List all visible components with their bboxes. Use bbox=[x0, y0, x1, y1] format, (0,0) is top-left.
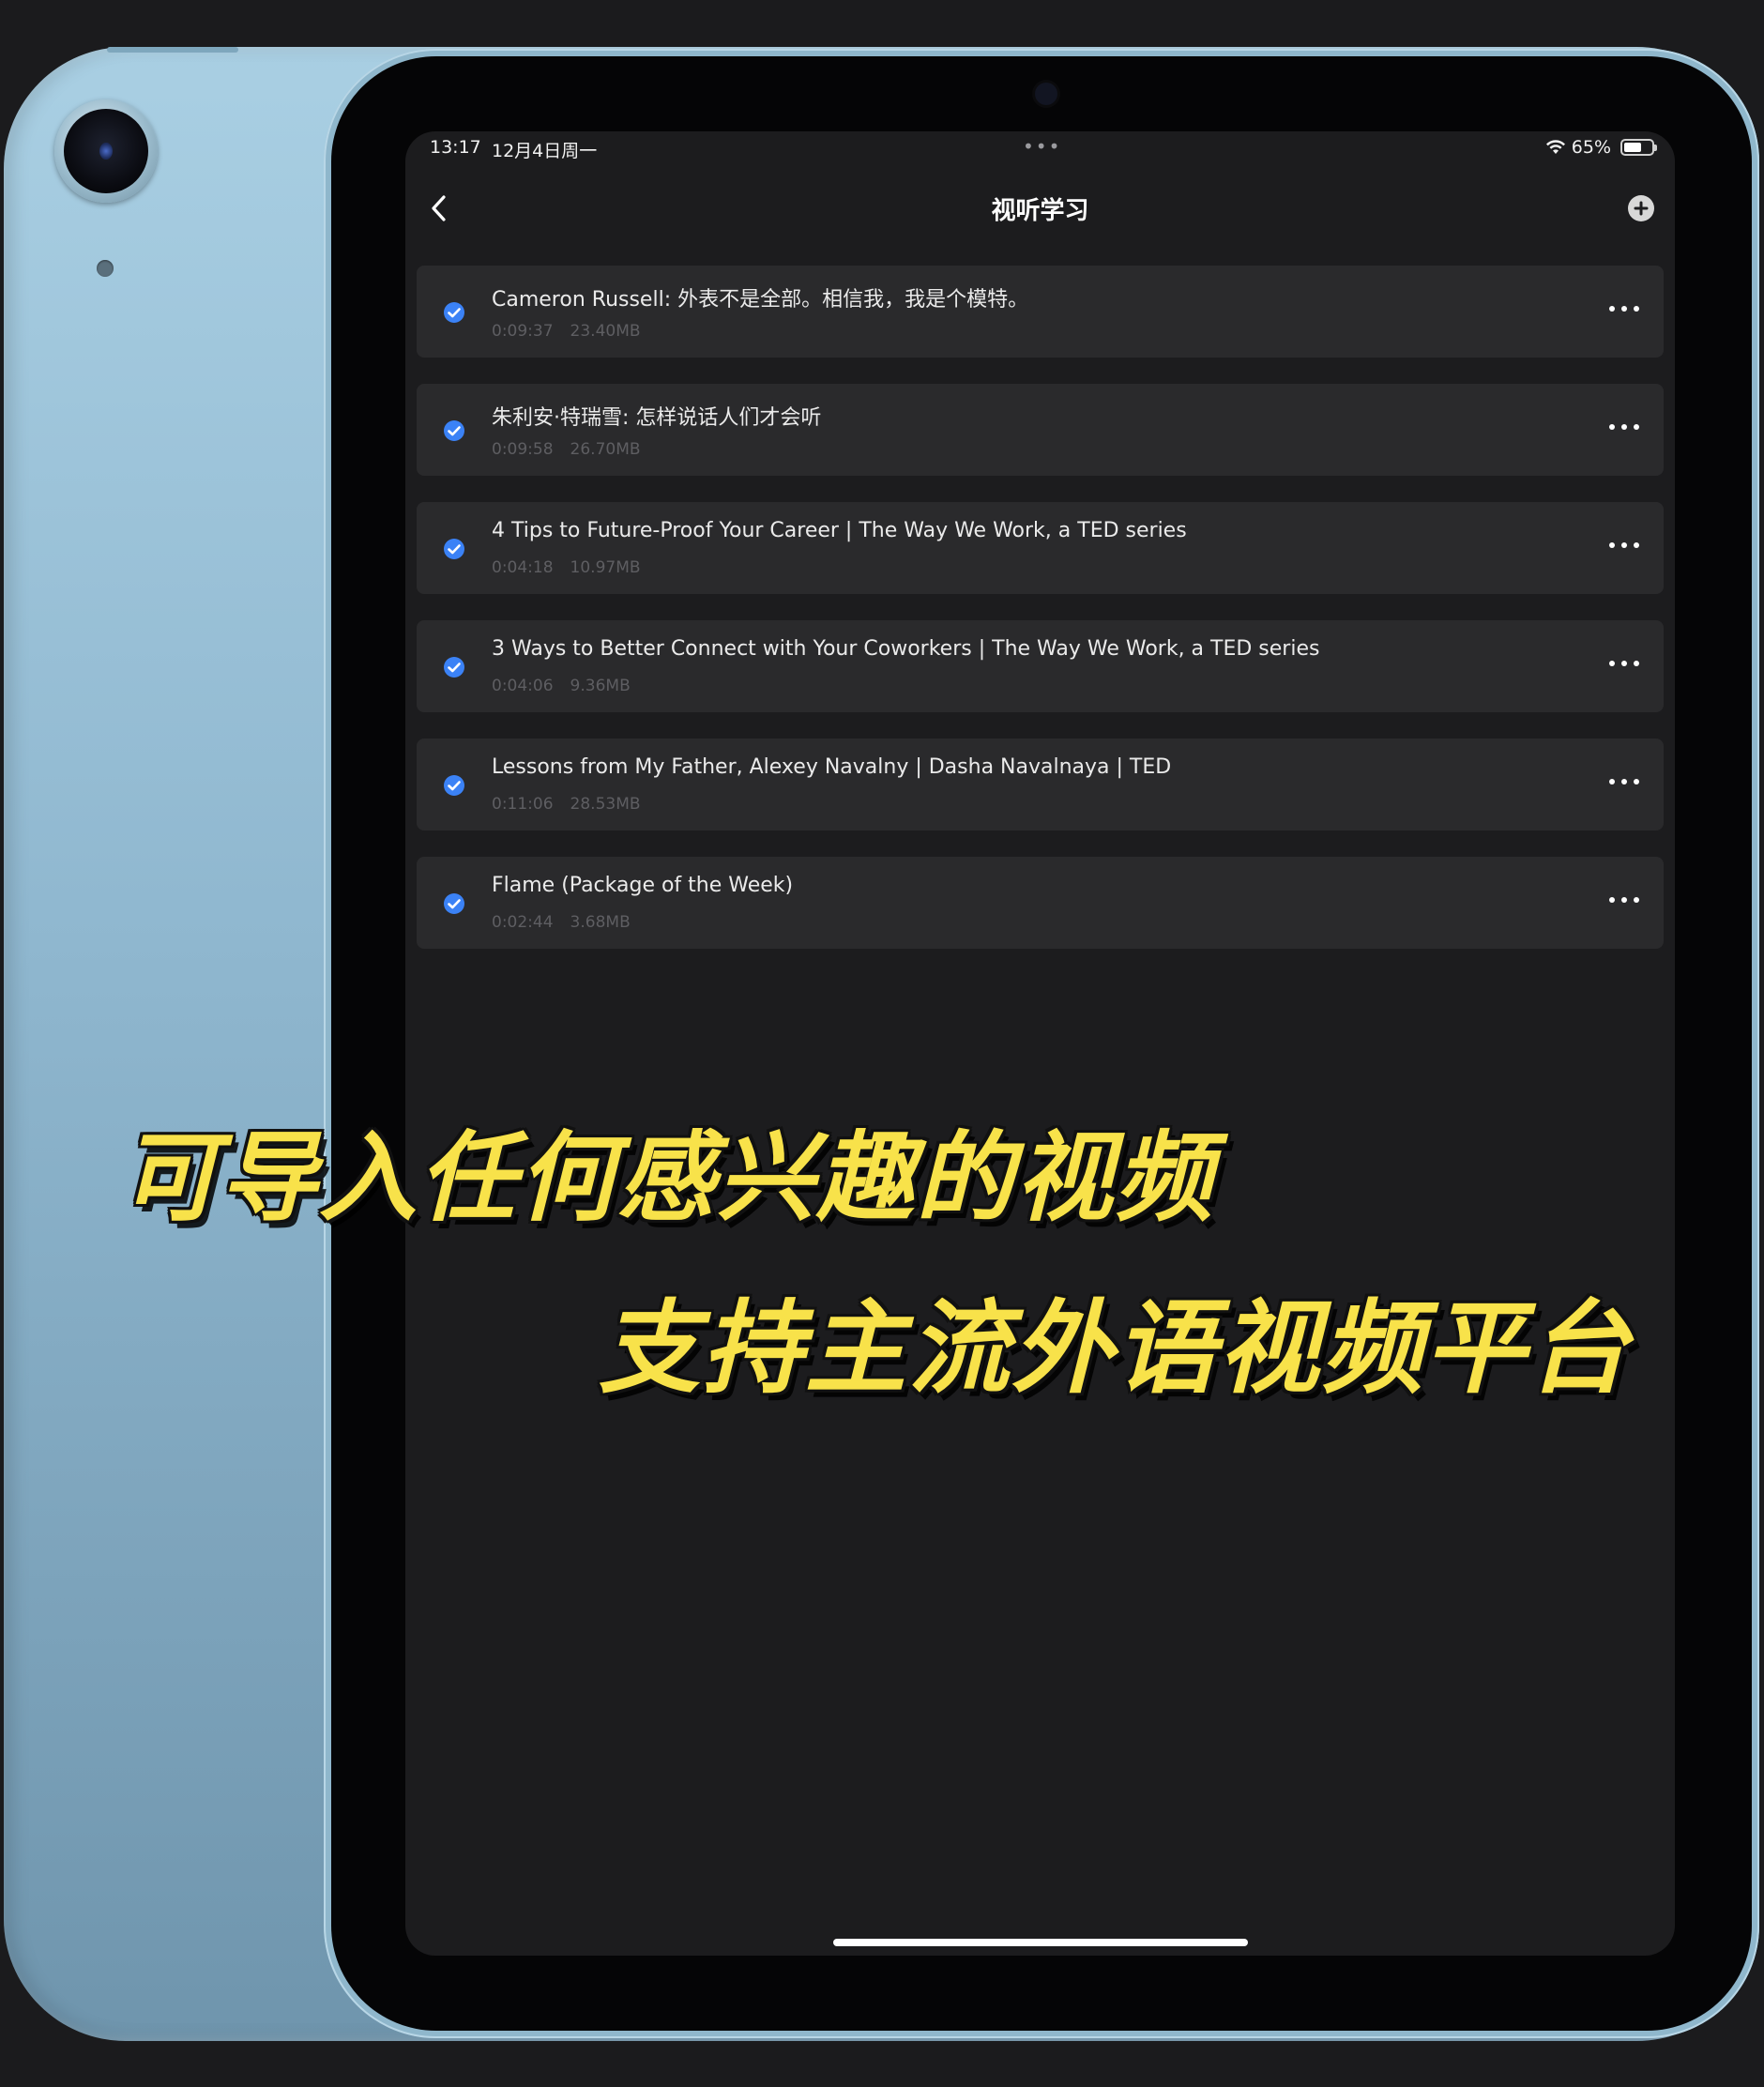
ellipsis-icon bbox=[1609, 779, 1615, 785]
check-circle-icon bbox=[444, 420, 464, 441]
video-meta: 0:02:44 3.68MB bbox=[492, 913, 631, 932]
video-list: Cameron Russell: 外表不是全部。相信我，我是个模特。 0:09:… bbox=[417, 266, 1664, 975]
video-meta: 0:04:06 9.36MB bbox=[492, 677, 631, 695]
more-options-button[interactable] bbox=[1609, 770, 1639, 793]
camera-lens-icon bbox=[64, 109, 148, 193]
video-duration: 0:04:06 bbox=[492, 677, 554, 695]
check-circle-icon bbox=[444, 657, 464, 678]
front-camera-icon bbox=[1035, 83, 1057, 105]
battery-icon bbox=[1620, 139, 1657, 156]
video-size: 26.70MB bbox=[570, 440, 641, 459]
video-duration: 0:09:58 bbox=[492, 440, 554, 459]
video-title: Flame (Package of the Week) bbox=[492, 874, 794, 897]
video-meta: 0:11:06 28.53MB bbox=[492, 795, 641, 814]
check-circle-icon bbox=[444, 302, 464, 323]
add-video-button[interactable] bbox=[1628, 195, 1654, 221]
ellipsis-icon bbox=[1609, 306, 1615, 312]
volume-button bbox=[107, 47, 238, 53]
battery-level bbox=[1624, 143, 1642, 152]
multitasking-dots-icon[interactable]: ••• bbox=[1023, 135, 1061, 158]
video-list-item[interactable]: Cameron Russell: 外表不是全部。相信我，我是个模特。 0:09:… bbox=[417, 266, 1664, 358]
video-duration: 0:11:06 bbox=[492, 795, 554, 814]
home-indicator[interactable] bbox=[833, 1939, 1248, 1946]
more-options-button[interactable] bbox=[1609, 416, 1639, 438]
video-list-item[interactable]: 3 Ways to Better Connect with Your Cowor… bbox=[417, 620, 1664, 712]
navigation-bar: 视听学习 bbox=[405, 178, 1675, 235]
video-size: 28.53MB bbox=[570, 795, 641, 814]
app-screen: 13:17 12月4日周一 ••• 65% 视听学习 Cameron Russe… bbox=[405, 131, 1675, 1956]
ellipsis-icon bbox=[1609, 897, 1615, 903]
battery-percent: 65% bbox=[1571, 137, 1611, 158]
video-list-item[interactable]: Lessons from My Father, Alexey Navalny |… bbox=[417, 739, 1664, 830]
page-title: 视听学习 bbox=[991, 197, 1089, 225]
video-duration: 0:09:37 bbox=[492, 322, 554, 341]
video-size: 23.40MB bbox=[570, 322, 641, 341]
video-list-item[interactable]: 4 Tips to Future-Proof Your Career | The… bbox=[417, 502, 1664, 594]
video-title: 朱利安·特瑞雪: 怎样说话人们才会听 bbox=[492, 406, 822, 430]
photo-stage: 13:17 12月4日周一 ••• 65% 视听学习 Cameron Russe… bbox=[0, 0, 1764, 2087]
more-options-button[interactable] bbox=[1609, 534, 1639, 556]
more-options-button[interactable] bbox=[1609, 652, 1639, 675]
check-circle-icon bbox=[444, 539, 464, 559]
plus-circle-icon bbox=[1634, 201, 1649, 216]
video-size: 9.36MB bbox=[570, 677, 631, 695]
video-duration: 0:04:18 bbox=[492, 558, 554, 577]
promo-caption-line-2: 支持主流外语视频平台 bbox=[599, 1290, 1632, 1408]
video-title: 3 Ways to Better Connect with Your Cowor… bbox=[492, 637, 1320, 661]
video-meta: 0:04:18 10.97MB bbox=[492, 558, 641, 577]
video-list-item[interactable]: 朱利安·特瑞雪: 怎样说话人们才会听 0:09:58 26.70MB bbox=[417, 384, 1664, 476]
status-right-group: 65% bbox=[1545, 137, 1657, 158]
video-title: Lessons from My Father, Alexey Navalny |… bbox=[492, 755, 1172, 779]
video-title: Cameron Russell: 外表不是全部。相信我，我是个模特。 bbox=[492, 288, 1029, 312]
status-time: 13:17 bbox=[430, 137, 481, 158]
more-options-button[interactable] bbox=[1609, 297, 1639, 320]
more-options-button[interactable] bbox=[1609, 889, 1639, 911]
status-bar: 13:17 12月4日周一 ••• 65% bbox=[405, 131, 1675, 163]
video-duration: 0:02:44 bbox=[492, 913, 554, 932]
ellipsis-icon bbox=[1609, 424, 1615, 430]
video-list-item[interactable]: Flame (Package of the Week) 0:02:44 3.68M… bbox=[417, 857, 1664, 949]
video-meta: 0:09:58 26.70MB bbox=[492, 440, 641, 459]
check-circle-icon bbox=[444, 775, 464, 796]
wifi-icon bbox=[1545, 140, 1565, 154]
ellipsis-icon bbox=[1609, 661, 1615, 666]
video-size: 10.97MB bbox=[570, 558, 641, 577]
video-size: 3.68MB bbox=[570, 913, 631, 932]
status-date: 12月4日周一 bbox=[492, 141, 598, 161]
rear-mic-icon bbox=[97, 260, 114, 277]
promo-caption-line-1: 可导入任何感兴趣的视频 bbox=[120, 1120, 1215, 1235]
ellipsis-icon bbox=[1609, 542, 1615, 548]
check-circle-icon bbox=[444, 893, 464, 914]
video-meta: 0:09:37 23.40MB bbox=[492, 322, 641, 341]
video-title: 4 Tips to Future-Proof Your Career | The… bbox=[492, 519, 1187, 542]
rear-camera bbox=[54, 99, 158, 203]
